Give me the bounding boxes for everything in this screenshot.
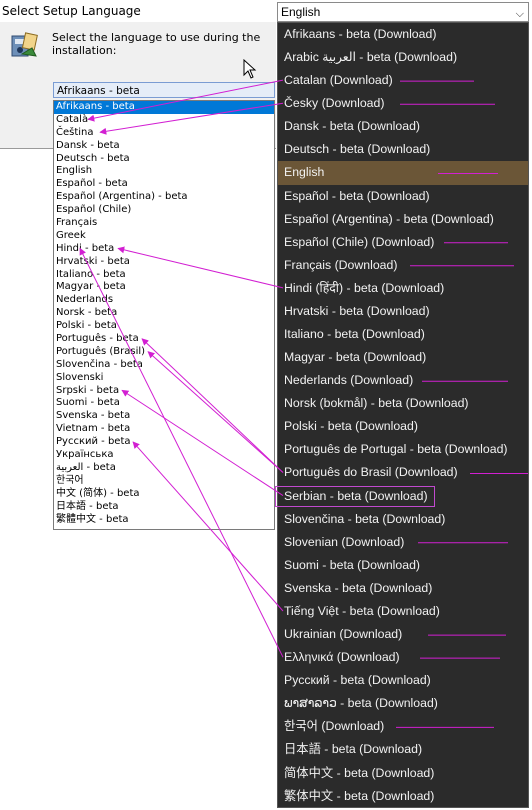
combo-list-item[interactable]: Italiano - beta — [54, 269, 274, 282]
combo-list-item[interactable]: Magyar - beta — [54, 281, 274, 294]
dropdown-item[interactable]: Slovenčina - beta (Download) — [278, 508, 528, 531]
dropdown-item[interactable]: Italiano - beta (Download) — [278, 323, 528, 346]
dropdown-item[interactable]: Português do Brasil (Download) — [278, 461, 528, 484]
combo-list-item[interactable]: Українська — [54, 449, 274, 462]
dropdown-item[interactable]: Français (Download) — [278, 254, 528, 277]
combo-list-item[interactable]: 한국어 — [54, 475, 274, 488]
combo-list-item[interactable]: Hrvatski - beta — [54, 256, 274, 269]
combo-list-item[interactable]: Español (Argentina) - beta — [54, 191, 274, 204]
chevron-down-icon: ⌵ — [515, 8, 524, 20]
dialog-prompt: Select the language to use during the in… — [52, 31, 261, 57]
mouse-cursor-icon — [243, 59, 257, 79]
dropdown-item[interactable]: Dansk - beta (Download) — [278, 115, 528, 138]
dropdown-item[interactable]: Deutsch - beta (Download) — [278, 138, 528, 161]
dropdown-item[interactable]: Hindi (हिंदी) - beta (Download) — [278, 277, 528, 300]
language-combo[interactable]: Afrikaans - beta — [53, 82, 275, 98]
dropdown-item[interactable]: Svenska - beta (Download) — [278, 577, 528, 600]
combo-list-item[interactable]: Polski - beta — [54, 320, 274, 333]
combo-list-item[interactable]: Hindi - beta — [54, 243, 274, 256]
dropdown-item[interactable]: Ελληνικά (Download) — [278, 646, 528, 669]
combo-list-item[interactable]: Vietnam - beta — [54, 423, 274, 436]
dropdown-item[interactable]: Suomi - beta (Download) — [278, 554, 528, 577]
combo-list-item[interactable]: 日本語 - beta — [54, 501, 274, 514]
dropdown-value: English — [281, 5, 321, 19]
combo-list-item[interactable]: 繁體中文 - beta — [54, 514, 274, 527]
combo-list-item[interactable]: Español - beta — [54, 178, 274, 191]
combo-list-item[interactable]: Русский - beta — [54, 436, 274, 449]
combo-list-item[interactable]: 中文 (简体) - beta — [54, 488, 274, 501]
combo-list-item[interactable]: Dansk - beta — [54, 140, 274, 153]
dropdown-item[interactable]: 日本語 - beta (Download) — [278, 738, 528, 761]
combo-list-item[interactable]: Srpski - beta — [54, 385, 274, 398]
dropdown-item[interactable]: Español (Chile) (Download) — [278, 231, 528, 254]
dropdown-item[interactable]: Serbian - beta (Download) — [274, 485, 436, 508]
dropdown-item[interactable]: Tiếng Việt - beta (Download) — [278, 600, 528, 623]
dropdown-item[interactable]: Česky (Download) — [278, 92, 528, 115]
combo-list-item[interactable]: Slovenski — [54, 372, 274, 385]
dropdown-item[interactable]: Русский - beta (Download) — [278, 669, 528, 692]
dropdown-item[interactable]: Español (Argentina) - beta (Download) — [278, 208, 528, 231]
dropdown-item[interactable]: Nederlands (Download) — [278, 369, 528, 392]
dropdown-item[interactable]: Polski - beta (Download) — [278, 415, 528, 438]
dropdown-item[interactable]: 简体中文 - beta (Download) — [278, 762, 528, 785]
combo-list-item[interactable]: Português (Brasil) — [54, 346, 274, 359]
dropdown-item[interactable]: ພາສາລາວ - beta (Download) — [278, 692, 528, 715]
combo-list-item[interactable]: Português - beta — [54, 333, 274, 346]
combo-list-item[interactable]: Deutsch - beta — [54, 153, 274, 166]
combo-list-item[interactable]: English — [54, 165, 274, 178]
combo-list-item[interactable]: العربية - beta — [54, 462, 274, 475]
combo-list-item[interactable]: Nederlands — [54, 294, 274, 307]
language-dropdown-panel[interactable]: Afrikaans - beta (Download) Arabic العربي… — [274, 22, 529, 808]
combo-list-item[interactable]: Čeština — [54, 127, 274, 140]
dropdown-item[interactable]: English — [278, 161, 528, 185]
dropdown-item[interactable]: Slovenian (Download) — [278, 531, 528, 554]
dropdown-item[interactable]: Português de Portugal - beta (Download) — [278, 438, 528, 461]
setup-installer-icon — [11, 32, 38, 57]
combo-list-item[interactable]: Slovenčina - beta — [54, 359, 274, 372]
dropdown-item[interactable]: 한국어 (Download) — [278, 715, 528, 738]
combo-list-item[interactable]: Català — [54, 114, 274, 127]
combo-list-item[interactable]: Greek — [54, 230, 274, 243]
dropdown-item[interactable]: Hrvatski - beta (Download) — [278, 300, 528, 323]
dropdown-item[interactable]: Afrikaans - beta (Download) — [278, 23, 528, 46]
dropdown-item[interactable]: Catalan (Download) — [278, 69, 528, 92]
dropdown-item[interactable]: 繁体中文 - beta (Download) — [278, 785, 528, 808]
dropdown-item[interactable]: Ukrainian (Download) — [278, 623, 528, 646]
combo-list-item[interactable]: Svenska - beta — [54, 410, 274, 423]
dropdown-item[interactable]: Español - beta (Download) — [278, 185, 528, 208]
dropdown-item[interactable]: Magyar - beta (Download) — [278, 346, 528, 369]
combo-list-item[interactable]: Afrikaans - beta — [54, 101, 274, 114]
combo-list-item[interactable]: Français — [54, 217, 274, 230]
language-combo-list[interactable]: Afrikaans - beta Català Čeština Dansk - bet… — [53, 100, 275, 530]
language-dropdown[interactable]: English ⌵ — [277, 2, 529, 22]
combo-list-item[interactable]: Español (Chile) — [54, 204, 274, 217]
dropdown-item[interactable]: Arabic العربية - beta (Download) — [278, 46, 528, 69]
combo-list-item[interactable]: Suomi - beta — [54, 397, 274, 410]
dialog-title: Select Setup Language — [0, 0, 278, 22]
combo-list-item[interactable]: Norsk - beta — [54, 307, 274, 320]
dropdown-item[interactable]: Norsk (bokmål) - beta (Download) — [278, 392, 528, 415]
